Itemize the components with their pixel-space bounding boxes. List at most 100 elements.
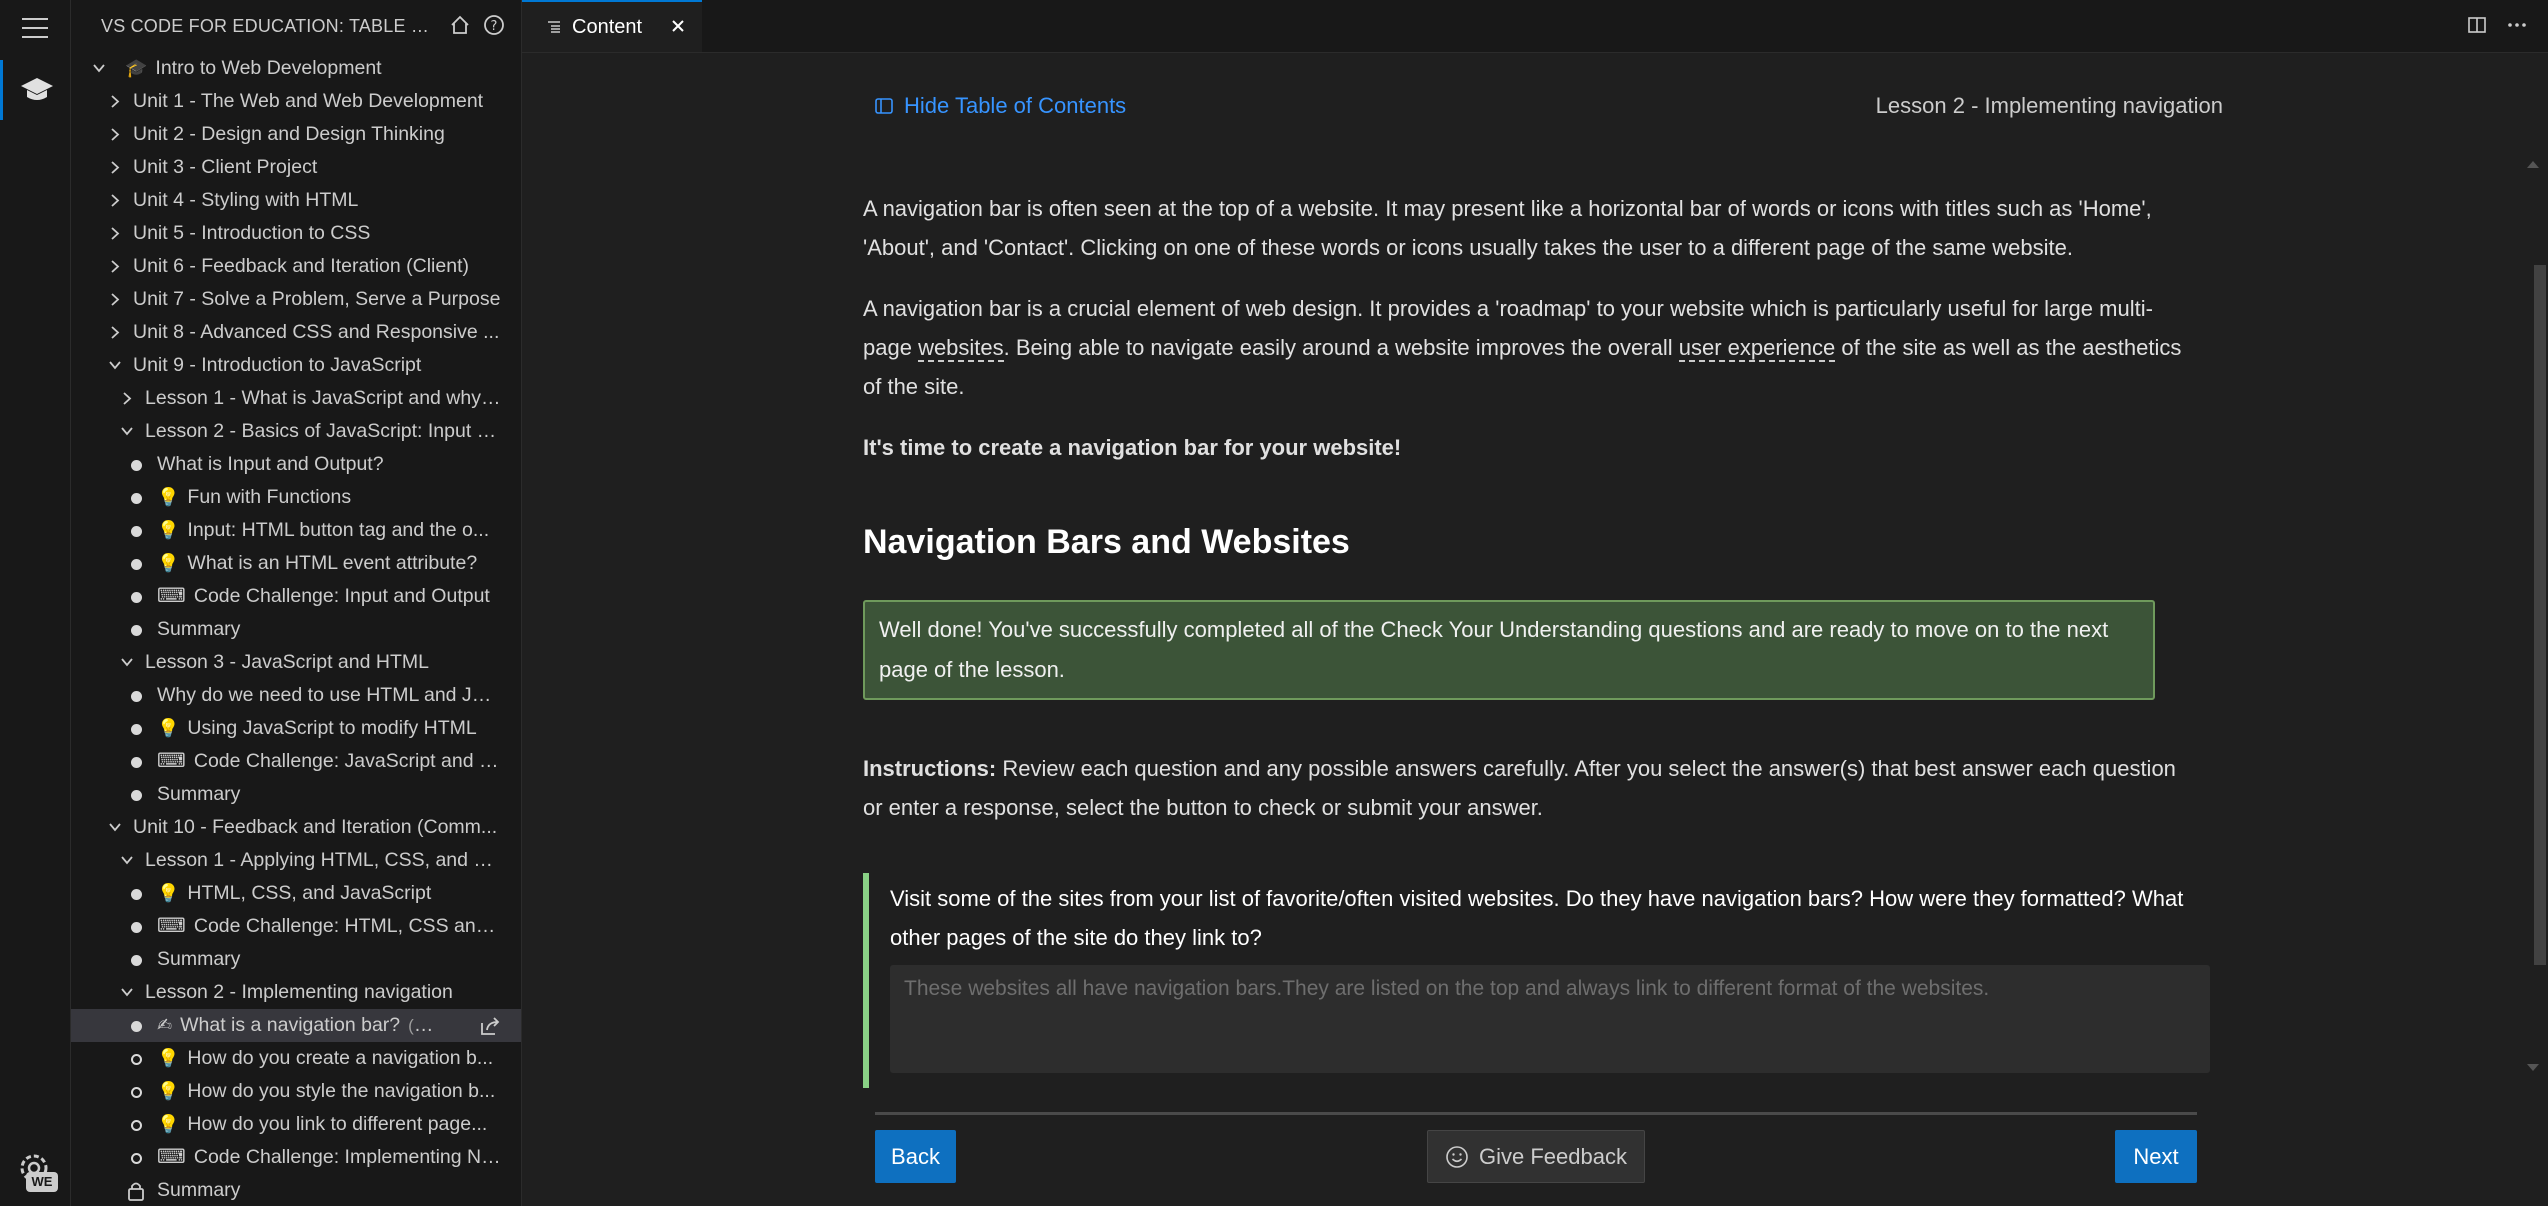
- tree-item-label-group: Summary: [157, 943, 501, 976]
- tree-item[interactable]: Lesson 1 - What is JavaScript and why i.…: [71, 382, 521, 415]
- complete-status-icon: [131, 526, 142, 537]
- tree-item-label: Unit 8 - Advanced CSS and Responsive ...: [133, 321, 500, 343]
- education-icon[interactable]: [0, 60, 70, 120]
- tree-item[interactable]: Unit 2 - Design and Design Thinking: [71, 118, 521, 151]
- chevron-down-icon[interactable]: [105, 811, 125, 844]
- tree-item[interactable]: Unit 8 - Advanced CSS and Responsive ...: [71, 316, 521, 349]
- instructions: Instructions: Review each question and a…: [863, 749, 2198, 827]
- tree-item[interactable]: 🎓 Intro to Web Development: [71, 52, 521, 85]
- tree-item-label: Code Challenge: HTML, CSS and J...: [193, 915, 501, 937]
- chevron-right-icon[interactable]: [105, 283, 125, 316]
- chevron-right-icon[interactable]: [105, 217, 125, 250]
- tree-item-label: Lesson 3 - JavaScript and HTML: [145, 651, 429, 673]
- keyboard-icon: ⌨: [157, 1146, 186, 1168]
- scroll-up-arrow-icon[interactable]: [2526, 159, 2540, 169]
- tree-item-label: How do you link to different page...: [187, 1113, 488, 1135]
- scrollbar-thumb[interactable]: [2534, 265, 2546, 965]
- home-icon[interactable]: [449, 14, 471, 36]
- lightbulb-icon: 💡: [157, 883, 180, 903]
- tree-item[interactable]: Lesson 3 - JavaScript and HTML: [71, 646, 521, 679]
- chevron-right-icon[interactable]: [105, 85, 125, 118]
- glossary-link-websites[interactable]: websites: [918, 335, 1004, 362]
- tree-item[interactable]: Summary: [71, 613, 521, 646]
- tree-item[interactable]: 💡 Input: HTML button tag and the o...: [71, 514, 521, 547]
- sidebar: VS CODE FOR EDUCATION: TABLE OF CON... ?…: [71, 0, 522, 1206]
- more-actions-icon[interactable]: [2506, 14, 2528, 36]
- chevron-right-icon[interactable]: [105, 316, 125, 349]
- tree-item-label-group: Unit 2 - Design and Design Thinking: [133, 118, 501, 151]
- incomplete-status-icon: [131, 1120, 142, 1131]
- tree-item[interactable]: ✍ What is a navigation bar? (curr...: [71, 1009, 521, 1042]
- hide-toc-link[interactable]: Hide Table of Contents: [874, 93, 1126, 119]
- lesson-content: Hide Table of Contents Lesson 2 - Implem…: [522, 53, 2548, 1206]
- tree-item[interactable]: 💡 HTML, CSS, and JavaScript: [71, 877, 521, 910]
- tree-item[interactable]: Unit 9 - Introduction to JavaScript: [71, 349, 521, 382]
- tree-item[interactable]: 💡 How do you style the navigation b...: [71, 1075, 521, 1108]
- tree-item-label-group: 💡 How do you style the navigation b...: [157, 1075, 501, 1108]
- tree-item[interactable]: What is Input and Output?: [71, 448, 521, 481]
- chevron-right-icon[interactable]: [105, 151, 125, 184]
- tree-item[interactable]: Unit 1 - The Web and Web Development: [71, 85, 521, 118]
- keyboard-icon: ⌨: [157, 750, 186, 772]
- menu-icon[interactable]: [22, 18, 48, 45]
- tree-item-label: How do you style the navigation b...: [187, 1080, 496, 1102]
- help-icon[interactable]: ?: [483, 14, 505, 36]
- answer-textarea[interactable]: These websites all have navigation bars.…: [890, 965, 2210, 1073]
- keyboard-icon: ⌨: [157, 915, 186, 937]
- tree-item-label: Summary: [157, 948, 241, 970]
- chevron-down-icon[interactable]: [105, 349, 125, 382]
- chevron-down-icon[interactable]: [117, 976, 137, 1009]
- open-externally-icon[interactable]: [479, 1015, 501, 1037]
- chevron-down-icon[interactable]: [117, 646, 137, 679]
- tree-item[interactable]: Summary: [71, 1174, 521, 1206]
- chevron-right-icon[interactable]: [117, 382, 137, 415]
- tree-item[interactable]: Unit 5 - Introduction to CSS: [71, 217, 521, 250]
- next-button[interactable]: Next: [2115, 1130, 2197, 1183]
- give-feedback-button[interactable]: Give Feedback: [1427, 1130, 1645, 1183]
- tree-item[interactable]: Unit 4 - Styling with HTML: [71, 184, 521, 217]
- close-icon[interactable]: [668, 16, 688, 36]
- tree-item[interactable]: Lesson 2 - Implementing navigation: [71, 976, 521, 1009]
- scroll-down-arrow-icon[interactable]: [2526, 1063, 2540, 1073]
- tree-item-label: Unit 1 - The Web and Web Development: [133, 90, 484, 112]
- chevron-down-icon[interactable]: [89, 52, 109, 85]
- tree-item[interactable]: ⌨ Code Challenge: HTML, CSS and J...: [71, 910, 521, 943]
- chevron-down-icon[interactable]: [117, 844, 137, 877]
- tree-item[interactable]: Lesson 2 - Basics of JavaScript: Input a…: [71, 415, 521, 448]
- tree-item-label: Using JavaScript to modify HTML: [187, 717, 477, 739]
- tree-item[interactable]: 💡 Using JavaScript to modify HTML: [71, 712, 521, 745]
- tree-item-label-group: 💡 What is an HTML event attribute?: [157, 547, 501, 580]
- tree-item-label-group: Lesson 1 - Applying HTML, CSS, and Jav..…: [145, 844, 501, 877]
- tree-item[interactable]: 💡 Fun with Functions: [71, 481, 521, 514]
- chevron-right-icon[interactable]: [105, 118, 125, 151]
- tree-item[interactable]: Unit 6 - Feedback and Iteration (Client): [71, 250, 521, 283]
- tree-item-label-group: Unit 7 - Solve a Problem, Serve a Purpos…: [133, 283, 501, 316]
- back-button[interactable]: Back: [875, 1130, 956, 1183]
- tree-item[interactable]: Summary: [71, 943, 521, 976]
- chevron-down-icon[interactable]: [117, 415, 137, 448]
- lightbulb-icon: 💡: [157, 718, 180, 738]
- tree-item[interactable]: Unit 3 - Client Project: [71, 151, 521, 184]
- tree-item[interactable]: Lesson 1 - Applying HTML, CSS, and Jav..…: [71, 844, 521, 877]
- tree-item[interactable]: ⌨ Code Challenge: Input and Output: [71, 580, 521, 613]
- tree-item[interactable]: Summary: [71, 778, 521, 811]
- tree-item[interactable]: ⌨ Code Challenge: JavaScript and HT...: [71, 745, 521, 778]
- tree-item[interactable]: 💡 What is an HTML event attribute?: [71, 547, 521, 580]
- tab-content[interactable]: Content: [522, 0, 702, 52]
- tree-item[interactable]: Why do we need to use HTML and Jav...: [71, 679, 521, 712]
- tree-item-label-group: Lesson 3 - JavaScript and HTML: [145, 646, 501, 679]
- glossary-link-user-experience[interactable]: user experience: [1678, 335, 1836, 362]
- current-page-indicator: (curr...: [408, 1016, 441, 1035]
- tree-item[interactable]: 💡 How do you create a navigation b...: [71, 1042, 521, 1075]
- chevron-right-icon[interactable]: [105, 250, 125, 283]
- complete-status-icon: [131, 757, 142, 768]
- split-editor-icon[interactable]: [2466, 14, 2488, 36]
- tree-item[interactable]: 💡 How do you link to different page...: [71, 1108, 521, 1141]
- chevron-right-icon[interactable]: [105, 184, 125, 217]
- tree-item[interactable]: Unit 10 - Feedback and Iteration (Comm..…: [71, 811, 521, 844]
- tree-item[interactable]: ⌨ Code Challenge: Implementing Na...: [71, 1141, 521, 1174]
- sidebar-title: VS CODE FOR EDUCATION: TABLE OF CON...: [101, 15, 431, 36]
- tree-item[interactable]: Unit 7 - Solve a Problem, Serve a Purpos…: [71, 283, 521, 316]
- tree-item-label: What is Input and Output?: [157, 453, 384, 475]
- tree-item-label-group: Why do we need to use HTML and Jav...: [157, 679, 501, 712]
